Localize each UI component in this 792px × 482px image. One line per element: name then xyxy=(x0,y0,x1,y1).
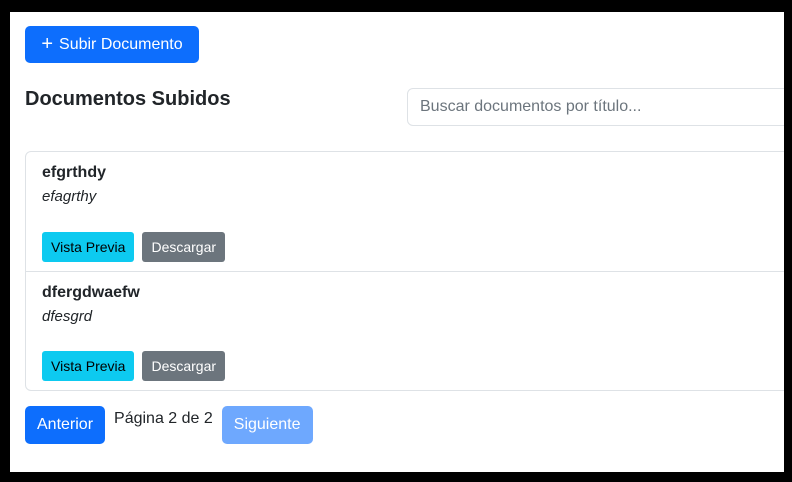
search-input[interactable] xyxy=(407,88,784,126)
document-actions: Vista Previa Descargar xyxy=(42,232,226,262)
page-title: Documentos Subidos xyxy=(25,88,231,110)
document-actions: Vista Previa Descargar xyxy=(42,351,226,381)
download-button[interactable]: Descargar xyxy=(142,351,226,381)
document-description: dfesgrd xyxy=(42,308,93,325)
document-list: efgrthdy efagrthy Vista Previa Descargar… xyxy=(25,151,784,391)
download-button[interactable]: Descargar xyxy=(142,232,226,262)
next-page-button[interactable]: Siguiente xyxy=(221,406,313,444)
app-frame: + Subir Documento Documentos Subidos efg… xyxy=(10,12,784,472)
previous-page-button[interactable]: Anterior xyxy=(25,406,106,444)
document-description: efagrthy xyxy=(42,188,97,205)
upload-document-label: Subir Documento xyxy=(59,35,183,53)
list-item: dfergdwaefw dfesgrd Vista Previa Descarg… xyxy=(26,271,784,390)
preview-button[interactable]: Vista Previa xyxy=(42,232,135,262)
plus-icon: + xyxy=(41,32,54,55)
list-item: efgrthdy efagrthy Vista Previa Descargar xyxy=(26,152,784,271)
document-title: dfergdwaefw xyxy=(42,284,140,301)
page-indicator: Página 2 de 2 xyxy=(114,410,213,427)
pagination: Anterior Página 2 de 2 Siguiente xyxy=(25,406,313,444)
document-title: efgrthdy xyxy=(42,164,106,181)
preview-button[interactable]: Vista Previa xyxy=(42,351,135,381)
upload-document-button[interactable]: + Subir Documento xyxy=(25,26,199,63)
